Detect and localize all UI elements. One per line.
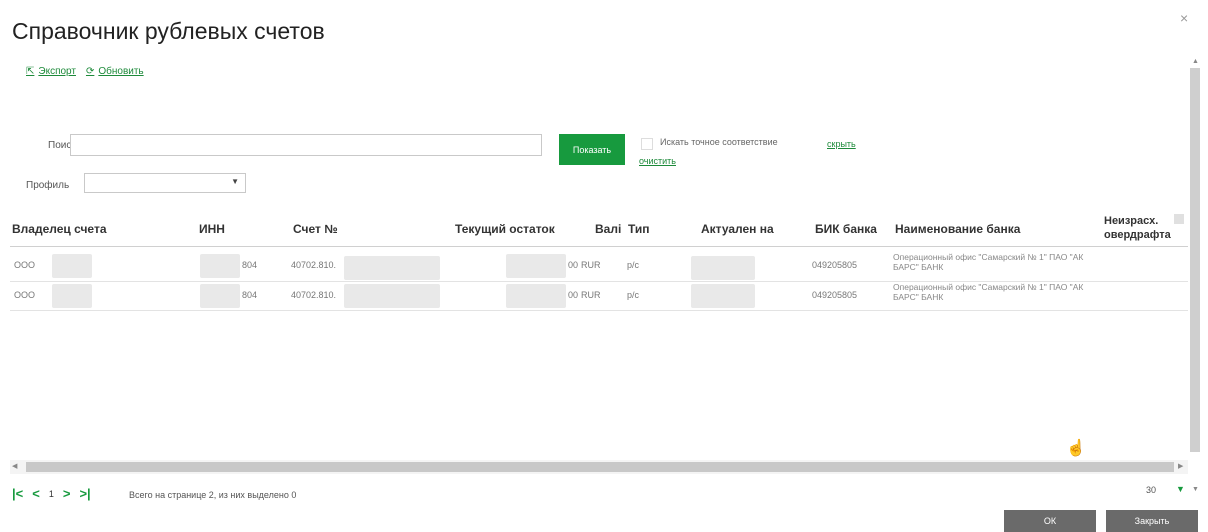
- col-actual-on[interactable]: Актуален на: [701, 222, 774, 236]
- col-inn[interactable]: ИНН: [199, 222, 225, 236]
- col-balance[interactable]: Текущий остаток: [455, 222, 555, 236]
- exact-match-checkbox[interactable]: [641, 138, 653, 150]
- redacted-block: [691, 284, 755, 308]
- cell-inn: 804: [242, 290, 258, 300]
- scroll-up-icon[interactable]: ▲: [1192, 58, 1199, 65]
- cell-bik: 049205805: [812, 260, 858, 270]
- cell-bik: 049205805: [812, 290, 858, 300]
- close-icon[interactable]: ×: [1180, 10, 1188, 26]
- profile-select[interactable]: ▼: [84, 173, 246, 193]
- refresh-label: Обновить: [98, 66, 144, 77]
- pager-info: Всего на странице 2, из них выделено 0: [129, 490, 297, 500]
- export-link[interactable]: ⇱ Экспорт: [26, 66, 76, 77]
- redacted-block: [52, 254, 92, 278]
- first-page-icon[interactable]: |<: [12, 486, 23, 501]
- scroll-left-icon[interactable]: ◀: [12, 462, 17, 470]
- cell-currency: RUR: [581, 260, 601, 270]
- col-owner[interactable]: Владелец счета: [12, 222, 107, 236]
- redacted-block: [506, 284, 566, 308]
- profile-label: Профиль: [26, 180, 70, 191]
- header-divider: [10, 246, 1188, 247]
- show-button[interactable]: Показать: [559, 134, 625, 165]
- redacted-block: [200, 254, 240, 278]
- last-page-icon[interactable]: >|: [79, 486, 90, 501]
- row-divider: [10, 310, 1188, 311]
- cell-inn: 804: [242, 260, 258, 270]
- exact-match-label: Искать точное соответствие: [660, 137, 778, 147]
- search-input[interactable]: [70, 134, 542, 156]
- cell-bank-name: Операционный офис "Самарский № 1" ПАО "А…: [893, 252, 1084, 272]
- hide-link[interactable]: скрыть: [827, 139, 856, 149]
- cell-balance: 00: [568, 290, 579, 300]
- clear-link[interactable]: очистить: [639, 156, 676, 166]
- chevron-down-icon: ▼: [231, 177, 239, 186]
- chevron-down-icon[interactable]: ▼: [1176, 484, 1185, 494]
- col-bank-name[interactable]: Наименование банка: [895, 222, 1020, 236]
- redacted-block: [52, 284, 92, 308]
- pager: |< < 1 > >|: [12, 486, 91, 501]
- table-row[interactable]: ООО 804 40702.810. 00 RUR р/с 049205805 …: [10, 282, 1188, 310]
- table-row[interactable]: ООО 804 40702.810. 00 RUR р/с 049205805 …: [10, 252, 1188, 280]
- refresh-link[interactable]: ⟳ Обновить: [86, 66, 144, 77]
- col-type[interactable]: Тип: [628, 222, 650, 236]
- dialog-title: Справочник рублевых счетов: [12, 18, 325, 44]
- redacted-block: [691, 256, 755, 280]
- cell-bank-name: Операционный офис "Самарский № 1" ПАО "А…: [893, 282, 1084, 302]
- cell-account: 40702.810.: [291, 290, 337, 300]
- cell-account: 40702.810.: [291, 260, 337, 270]
- toolbar: ⇱ Экспорт ⟳ Обновить: [26, 66, 144, 77]
- redacted-block: [200, 284, 240, 308]
- cell-balance: 00: [568, 260, 579, 270]
- export-icon: ⇱: [26, 66, 35, 77]
- col-currency[interactable]: Валі: [595, 222, 621, 236]
- next-page-icon[interactable]: >: [63, 486, 71, 501]
- scroll-right-icon[interactable]: ▶: [1178, 462, 1183, 470]
- cell-owner: ООО: [14, 290, 36, 300]
- cell-owner: ООО: [14, 260, 36, 270]
- col-bik[interactable]: БИК банка: [815, 222, 877, 236]
- cell-type: р/с: [627, 290, 640, 300]
- horizontal-scroll-thumb[interactable]: [26, 462, 1174, 472]
- export-label: Экспорт: [38, 66, 76, 77]
- column-menu-icon[interactable]: [1174, 214, 1184, 224]
- redacted-block: [506, 254, 566, 278]
- page-size-select[interactable]: 30: [1146, 485, 1156, 495]
- redacted-block: [344, 256, 440, 280]
- scroll-down-icon[interactable]: ▼: [1192, 486, 1199, 493]
- prev-page-icon[interactable]: <: [32, 486, 40, 501]
- mouse-cursor-icon: ☝: [1066, 440, 1086, 457]
- refresh-icon: ⟳: [85, 66, 95, 77]
- cell-type: р/с: [627, 260, 640, 270]
- current-page[interactable]: 1: [49, 489, 54, 499]
- col-account[interactable]: Счет №: [293, 222, 338, 236]
- vertical-scroll-thumb[interactable]: [1190, 68, 1200, 452]
- cell-currency: RUR: [581, 290, 601, 300]
- redacted-block: [344, 284, 440, 308]
